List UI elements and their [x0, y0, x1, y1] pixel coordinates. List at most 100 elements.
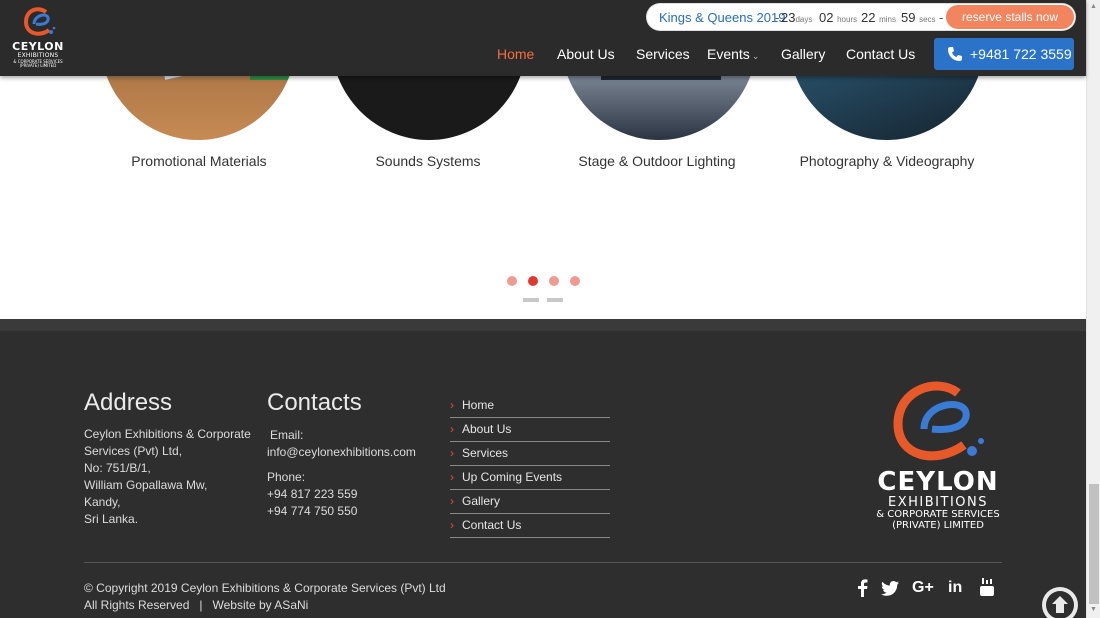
footer-link-contact[interactable]: › Contact Us — [450, 514, 610, 538]
linkedin-icon[interactable]: in — [948, 579, 962, 597]
logo-line-1: CEYLON — [12, 40, 64, 53]
nav-gallery[interactable]: Gallery — [781, 46, 825, 62]
scrollbar-thumb[interactable] — [1089, 484, 1099, 604]
link-label: About Us — [462, 422, 512, 436]
nav-services[interactable]: Services — [636, 46, 690, 62]
phone-line[interactable]: +94 774 750 550 — [267, 503, 437, 520]
mins-value: 22 — [861, 10, 876, 25]
chevron-right-icon: › — [450, 470, 454, 484]
days-value: 23 — [781, 10, 796, 25]
footer-link-about[interactable]: › About Us — [450, 418, 610, 442]
days-label: days — [795, 15, 813, 24]
carousel-dash[interactable] — [547, 298, 563, 302]
phone-line[interactable]: +94 817 223 559 — [267, 486, 437, 503]
link-label: Contact Us — [462, 518, 522, 532]
nav-events-label: Events — [707, 46, 750, 62]
link-label: Up Coming Events — [462, 470, 563, 484]
chevron-right-icon: › — [450, 518, 454, 532]
secs-label: secs — [919, 15, 936, 24]
address-line: Kandy, — [84, 495, 121, 509]
contacts-block: Email: info@ceylonexhibitions.com Phone:… — [267, 427, 437, 520]
scroll-down-arrow-icon[interactable]: ▼ — [1090, 606, 1097, 613]
contacts-heading: Contacts — [267, 389, 362, 416]
site-header: CEYLON EXHIBITIONS & CORPORATE SERVICES … — [0, 0, 1086, 76]
secs-value: 59 — [901, 10, 916, 25]
service-title: Stage & Outdoor Lighting — [578, 153, 736, 169]
page-scrollbar[interactable]: ▲ ▼ — [1086, 0, 1100, 618]
arrow-up-icon — [1046, 591, 1074, 618]
countdown-secs: 59 secs — [901, 10, 936, 25]
logo-line-4: (PRIVATE) LIMITED — [892, 520, 984, 531]
address-line: Services (Pvt) Ltd, — [84, 444, 183, 458]
address-line: No: 751/B/1, — [84, 461, 151, 475]
phone-icon — [948, 47, 962, 61]
service-title: Sounds Systems — [375, 153, 481, 169]
logo-line-4: (PRIVATE) LIMITED — [19, 63, 57, 68]
mins-label: mins — [879, 15, 896, 24]
google-plus-icon[interactable]: G+ — [912, 579, 934, 597]
email-label: Email: — [270, 428, 304, 442]
footer-link-services[interactable]: › Services — [450, 442, 610, 466]
address-line: William Gopallawa Mw, — [84, 478, 208, 492]
nav-about-us[interactable]: About Us — [557, 46, 615, 62]
scroll-up-arrow-icon[interactable]: ▲ — [1090, 3, 1097, 10]
event-countdown-bar: Kings & Queens 2019 - 23days 02 hours 22… — [647, 4, 1075, 30]
chevron-right-icon: › — [450, 422, 454, 436]
footer-link-events[interactable]: › Up Coming Events — [450, 466, 610, 490]
chevron-right-icon: › — [450, 398, 454, 412]
countdown-days: 23days — [781, 10, 812, 25]
separator: - — [939, 10, 944, 25]
scroll-to-top-button[interactable] — [1042, 587, 1078, 618]
address-line: Ceylon Exhibitions & Corporate — [84, 427, 251, 441]
facebook-icon[interactable] — [856, 579, 868, 597]
address-block: Ceylon Exhibitions & Corporate Services … — [84, 426, 254, 528]
youtube-icon[interactable] — [979, 577, 995, 597]
call-button[interactable]: +9481 722 3559 — [934, 38, 1074, 70]
carousel-dot[interactable] — [570, 276, 580, 286]
service-title: Promotional Materials — [131, 153, 267, 169]
rights-text: All Rights Reserved | Website by ASaNi — [84, 598, 309, 612]
logo-line-3: & CORPORATE SERVICES — [876, 509, 1000, 520]
carousel-dot[interactable] — [549, 276, 559, 286]
footer-link-gallery[interactable]: › Gallery — [450, 490, 610, 514]
site-logo[interactable]: CEYLON EXHIBITIONS & CORPORATE SERVICES … — [10, 6, 66, 70]
countdown-hours: 02 hours — [819, 10, 857, 25]
phone-label: Phone: — [267, 470, 306, 484]
copyright-text: © Copyright 2019 Ceylon Exhibitions & Co… — [84, 581, 446, 595]
logo-text: CEYLON EXHIBITIONS & CORPORATE SERVICES … — [10, 41, 66, 68]
site-footer: Address Ceylon Exhibitions & Corporate S… — [0, 319, 1086, 618]
service-title: Photography & Videography — [799, 153, 975, 169]
chevron-down-icon: ⌄ — [751, 51, 760, 61]
address-line: Sri Lanka. — [84, 512, 139, 526]
logo-mark-icon — [893, 381, 984, 461]
logo-line-2: EXHIBITIONS — [888, 495, 988, 510]
hours-label: hours — [837, 15, 858, 24]
footer-divider — [84, 562, 1002, 563]
logo-mark-icon — [23, 7, 56, 36]
phone-number: +9481 722 3559 — [970, 46, 1072, 62]
footer-logo-text: CEYLON EXHIBITIONS & CORPORATE SERVICES … — [870, 469, 1006, 531]
hours-value: 02 — [819, 10, 834, 25]
nav-events[interactable]: Events ⌄ — [707, 46, 759, 62]
carousel-dot-active[interactable] — [528, 276, 538, 286]
carousel-dot[interactable] — [507, 276, 517, 286]
address-heading: Address — [84, 389, 173, 416]
link-label: Home — [462, 398, 495, 412]
link-label: Gallery — [462, 494, 501, 508]
event-name[interactable]: Kings & Queens 2019 — [659, 10, 785, 25]
footer-link-home[interactable]: › Home — [450, 394, 610, 418]
link-label: Services — [462, 446, 509, 460]
nav-home[interactable]: Home — [497, 46, 534, 62]
chevron-right-icon: › — [450, 494, 454, 508]
separator: - — [775, 10, 780, 25]
footer-links: › Home › About Us › Services › Up Coming Eve… — [450, 394, 610, 538]
nav-contact-us[interactable]: Contact Us — [846, 46, 915, 62]
countdown-mins: 22 mins — [861, 10, 896, 25]
chevron-right-icon: › — [450, 446, 454, 460]
carousel-dash[interactable] — [523, 298, 539, 302]
email-link[interactable]: info@ceylonexhibitions.com — [267, 444, 437, 461]
footer-logo: CEYLON EXHIBITIONS & CORPORATE SERVICES … — [870, 379, 1006, 539]
reserve-stalls-button[interactable]: reserve stalls now — [946, 5, 1074, 29]
twitter-icon[interactable] — [881, 581, 899, 596]
logo-line-1: CEYLON — [877, 467, 999, 497]
